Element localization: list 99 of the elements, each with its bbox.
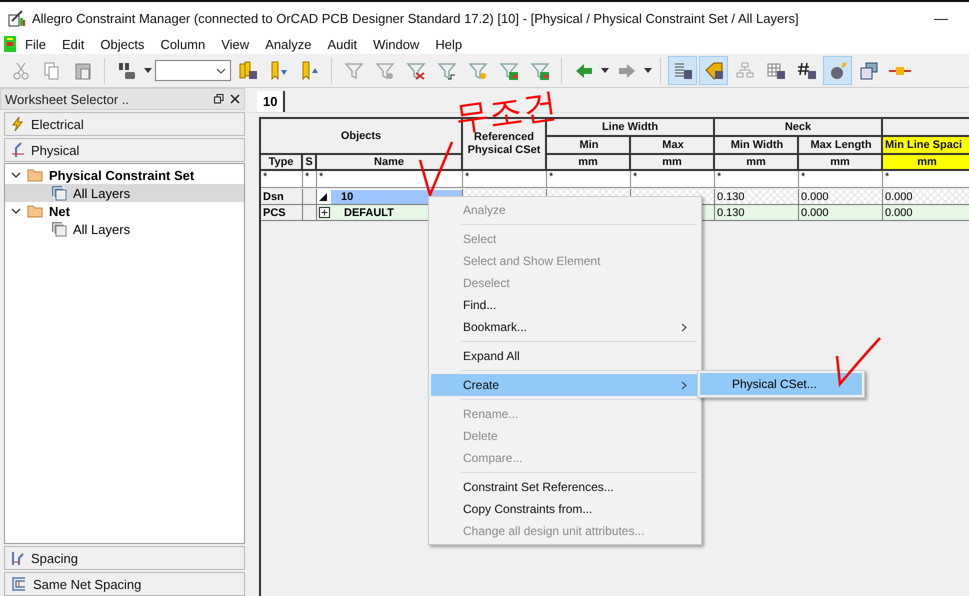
close-icon — [230, 94, 240, 104]
filter-field[interactable]: * — [317, 171, 463, 188]
layers-icon — [51, 221, 67, 237]
filter-field[interactable]: * — [799, 171, 883, 188]
column-header[interactable]: Max — [631, 137, 715, 155]
paste-icon — [72, 60, 92, 80]
table-cell: Dsn — [261, 189, 303, 205]
caret-icon[interactable] — [601, 68, 609, 73]
expand-corner-icon — [319, 192, 327, 200]
filter-field[interactable]: * — [715, 171, 799, 188]
table-cell: 0.000 — [799, 205, 883, 221]
filter-icon — [436, 60, 456, 80]
hierarchy-icon — [734, 60, 754, 80]
tree-item[interactable]: Net — [5, 202, 244, 220]
tree-item[interactable]: All Layers — [5, 220, 244, 238]
table-cell: 0.130 — [715, 189, 799, 205]
table-cell: PCS — [261, 205, 303, 221]
menu-item[interactable]: Objects — [92, 36, 152, 52]
table-cell: 0.000 — [883, 189, 969, 205]
menu-item[interactable]: Edit — [54, 36, 92, 52]
filter-field[interactable]: * — [261, 171, 303, 188]
folder-icon — [27, 204, 43, 218]
column-header[interactable]: S — [303, 155, 317, 171]
column-group-header: Neck — [715, 119, 883, 137]
layers-icon — [51, 185, 67, 201]
caret-icon[interactable] — [644, 68, 652, 73]
column-header[interactable]: Name — [317, 155, 463, 171]
scissors-icon — [10, 60, 30, 80]
expand-plus-icon — [319, 207, 330, 218]
filter-icon — [406, 60, 426, 80]
worksheet-section-button[interactable]: Same Net Spacing — [4, 572, 245, 596]
table-cell: 0.130 — [715, 205, 799, 221]
filter-field[interactable]: * — [463, 171, 547, 188]
menu-item[interactable]: Expand All — [431, 345, 699, 367]
menu-item[interactable]: Copy Constraints from... — [431, 498, 699, 520]
bookmark-up-icon — [300, 60, 320, 80]
unit-header: mm — [799, 155, 883, 171]
filter-field[interactable]: * — [547, 171, 631, 188]
menu-item[interactable]: Find... — [431, 294, 699, 316]
worksheet-tab[interactable]: 10 — [257, 91, 286, 112]
unit-header: mm — [631, 155, 715, 171]
bookmark-down-icon — [268, 60, 288, 80]
copy-icon — [42, 60, 62, 80]
table-cell: 0.000 — [799, 189, 883, 205]
filter-field[interactable]: * — [303, 171, 317, 188]
unit-header: mm — [715, 155, 799, 171]
table-icon — [766, 60, 786, 80]
restore-icon — [214, 94, 224, 104]
minimize-button[interactable]: — — [921, 10, 961, 26]
menu-item[interactable]: Physical CSet... — [700, 373, 862, 395]
menu-item[interactable]: Window — [365, 36, 428, 52]
filter-icon — [344, 60, 364, 80]
same-net-spacing-icon — [11, 576, 27, 592]
filter-icon — [468, 60, 488, 80]
check-mark-icon — [834, 336, 882, 388]
menu-item[interactable]: Column — [152, 36, 214, 52]
bookmarks-icon — [238, 60, 258, 80]
menu-item[interactable]: Analyze — [257, 36, 320, 52]
caret-icon[interactable] — [144, 68, 152, 73]
column-header[interactable]: Type — [261, 155, 303, 171]
menu-item[interactable]: Constraint Set References... — [431, 476, 699, 498]
menu-item[interactable]: View — [213, 36, 258, 52]
check-mark-icon — [418, 140, 454, 198]
app-icon — [8, 9, 26, 27]
menu-item[interactable]: Bookmark... — [431, 316, 699, 338]
app-menu-icon — [3, 35, 17, 53]
menu-item[interactable]: Audit — [319, 36, 366, 52]
hash-icon — [796, 60, 816, 80]
menu-item[interactable]: Help — [427, 36, 470, 52]
binoculars-icon — [116, 60, 136, 80]
filter-icon — [530, 60, 550, 80]
filter-icon — [498, 60, 518, 80]
column-header[interactable]: Min Line Spaci — [883, 137, 969, 155]
column-header[interactable]: Min Width — [715, 137, 799, 155]
unit-header: mm — [547, 155, 631, 171]
filter-field[interactable]: * — [883, 171, 969, 188]
windows-icon — [858, 60, 878, 80]
worksheet-section-button[interactable]: Physical — [4, 138, 245, 162]
tag-icon — [704, 60, 724, 80]
column-header[interactable]: Max Length — [799, 137, 883, 155]
search-dropdown[interactable] — [155, 60, 231, 81]
folder-icon — [27, 168, 43, 182]
worksheet-icon — [672, 60, 692, 80]
trace-icon — [11, 142, 25, 158]
worksheet-section-button[interactable]: Electrical — [4, 112, 245, 136]
menu-item[interactable]: Create — [431, 374, 699, 396]
spacing-icon — [11, 550, 25, 566]
window-title: Allegro Constraint Manager (connected to OrCAD PCB Designer Standard 17.2) [10] - [Physical / Physical Constraint Set / All Layers] — [32, 10, 800, 26]
menu-item[interactable]: File — [17, 36, 54, 52]
panel-title: Worksheet Selector .. — [5, 92, 130, 106]
tree-item[interactable]: Physical Constraint Set — [5, 166, 244, 184]
lightning-icon — [11, 116, 25, 132]
worksheet-section-button[interactable]: Spacing — [4, 546, 245, 570]
tree-item[interactable]: All Layers — [5, 184, 244, 202]
column-header[interactable]: Min — [547, 137, 631, 155]
filter-clear-icon — [374, 60, 394, 80]
table-cell: 0.000 — [883, 205, 969, 221]
unit-header: mm — [883, 155, 969, 171]
filter-field[interactable]: * — [631, 171, 715, 188]
